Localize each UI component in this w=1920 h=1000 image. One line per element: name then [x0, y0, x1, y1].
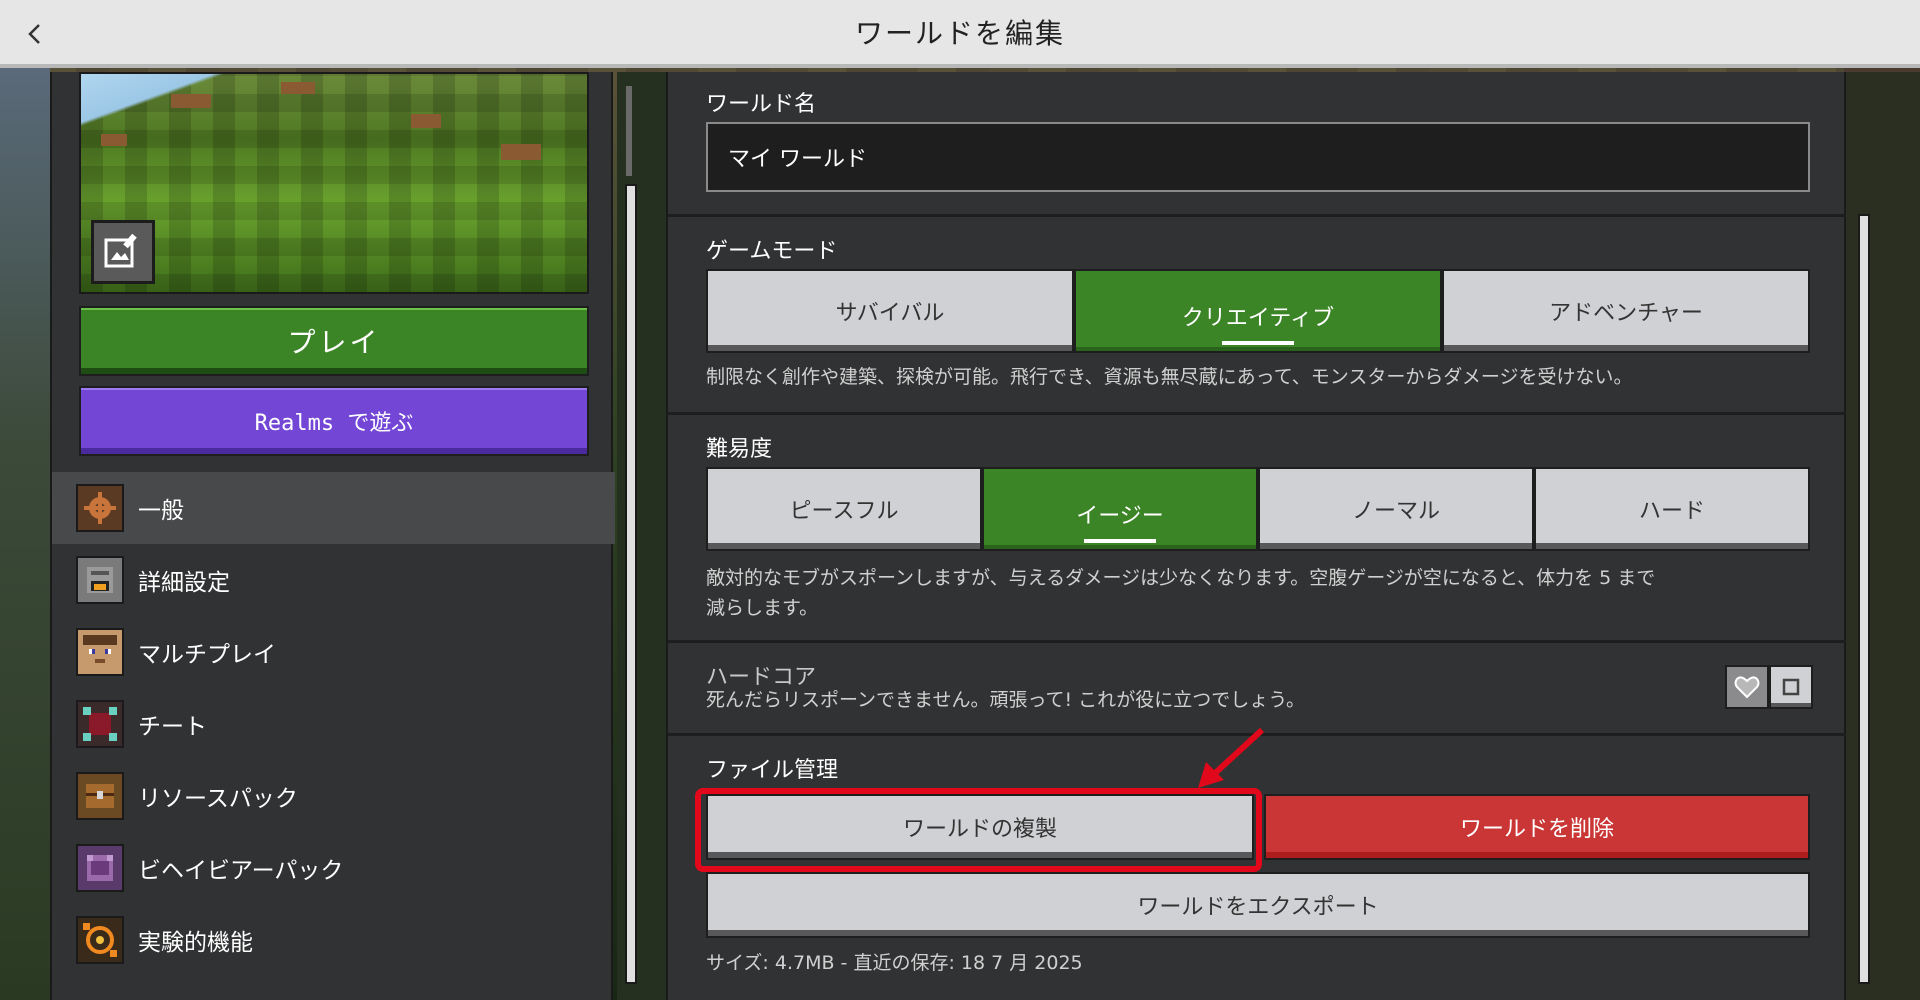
command-block-icon	[76, 700, 124, 748]
play-button-label: プレイ	[287, 326, 381, 359]
game-mode-adventure-label: アドベンチャー	[1549, 301, 1703, 326]
nav-item-behavior-packs[interactable]: ビヘイビアーパック	[52, 832, 615, 904]
file-management-section: ファイル管理 ワールドの複製 ワールドを削除 ワールドをエクスポート サイズ: …	[668, 736, 1848, 1000]
nav-item-label: チート	[138, 714, 207, 740]
steve-face-icon	[76, 628, 124, 676]
game-mode-adventure-button[interactable]: アドベンチャー	[1442, 269, 1810, 353]
difficulty-title: 難易度	[706, 437, 773, 462]
difficulty-description-line1: 敵対的なモブがスポーンしますが、与えるダメージは少なくなります。空腹ゲージが空に…	[706, 567, 1656, 589]
nav-item-label: ビヘイビアーパック	[138, 858, 344, 884]
world-name-section: ワールド名 マイ ワールド	[668, 72, 1848, 217]
difficulty-description-line2: 減らします。	[706, 597, 819, 619]
difficulty-peaceful-label: ピースフル	[789, 499, 899, 524]
delete-world-button[interactable]: ワールドを削除	[1264, 794, 1810, 860]
play-button[interactable]: プレイ	[79, 306, 589, 376]
difficulty-section: 難易度 ピースフル イージー ノーマル ハード 敵対的なモブがスポーンしますが、…	[668, 415, 1848, 643]
left-sidebar: プレイ Realms で遊ぶ 一般 詳細設定 マルチプレイ チート リソースパッ…	[50, 72, 615, 1000]
realms-button-label: Realms で遊ぶ	[254, 411, 414, 436]
nav-item-label: 一般	[138, 498, 184, 524]
hardcore-description: 死んだらリスポーンできません。頑張って! これが役に立つでしょう。	[706, 689, 1306, 711]
delete-world-label: ワールドを削除	[1459, 817, 1614, 842]
settings-nav: 一般 詳細設定 マルチプレイ チート リソースパック ビヘイビアーパック 実験的…	[52, 472, 615, 976]
game-mode-title: ゲームモード	[706, 239, 838, 264]
furnace-icon	[76, 556, 124, 604]
world-file-info: サイズ: 4.7MB - 直近の保存: 18 7 月 2025	[706, 952, 1083, 974]
world-thumbnail	[79, 72, 589, 294]
file-management-title: ファイル管理	[706, 758, 839, 783]
nav-item-label: リソースパック	[138, 786, 298, 812]
right-scrollbar[interactable]	[1858, 214, 1870, 984]
toggle-knob	[1769, 665, 1813, 709]
settings-panel: ワールド名 マイ ワールド ゲームモード サバイバル クリエイティブ アドベンチ…	[666, 72, 1848, 1000]
nav-item-label: 実験的機能	[138, 930, 253, 956]
difficulty-normal-button[interactable]: ノーマル	[1258, 467, 1534, 551]
background-scenery-left	[0, 68, 50, 1000]
nav-item-multiplayer[interactable]: マルチプレイ	[52, 616, 615, 688]
game-mode-section: ゲームモード サバイバル クリエイティブ アドベンチャー 制限なく創作や建築、探…	[668, 217, 1848, 415]
behavior-pack-icon	[76, 844, 124, 892]
title-bar: ワールドを編集	[0, 0, 1920, 68]
difficulty-peaceful-button[interactable]: ピースフル	[706, 467, 982, 551]
page-title: ワールドを編集	[854, 17, 1065, 50]
nav-item-general[interactable]: 一般	[52, 472, 615, 544]
difficulty-hard-button[interactable]: ハード	[1534, 467, 1810, 551]
background-pole	[626, 86, 632, 176]
chest-icon	[76, 772, 124, 820]
nav-item-advanced[interactable]: 詳細設定	[52, 544, 615, 616]
nav-item-label: 詳細設定	[138, 570, 230, 596]
edit-image-icon	[104, 233, 137, 268]
realms-button[interactable]: Realms で遊ぶ	[79, 386, 589, 456]
game-mode-survival-button[interactable]: サバイバル	[706, 269, 1074, 353]
copy-world-button[interactable]: ワールドの複製	[706, 794, 1254, 860]
hardcore-toggle[interactable]	[1725, 665, 1813, 709]
gear-block-icon	[76, 484, 124, 532]
left-scrollbar[interactable]	[625, 184, 637, 984]
difficulty-description: 敵対的なモブがスポーンしますが、与えるダメージは少なくなります。空腹ゲージが空に…	[706, 563, 1655, 623]
nav-item-resource-packs[interactable]: リソースパック	[52, 760, 615, 832]
nav-item-label: マルチプレイ	[138, 642, 276, 668]
export-world-label: ワールドをエクスポート	[1137, 895, 1379, 920]
game-mode-survival-label: サバイバル	[835, 301, 945, 326]
heart-icon	[1725, 665, 1769, 709]
hardcore-section: ハードコア 死んだらリスポーンできません。頑張って! これが役に立つでしょう。	[668, 643, 1848, 736]
world-name-title: ワールド名	[706, 92, 817, 117]
world-name-input[interactable]: マイ ワールド	[706, 122, 1810, 192]
game-mode-creative-button[interactable]: クリエイティブ	[1074, 269, 1442, 353]
nav-item-cheats[interactable]: チート	[52, 688, 615, 760]
back-button[interactable]	[14, 14, 54, 54]
copy-world-label: ワールドの複製	[902, 817, 1057, 842]
difficulty-easy-label: イージー	[1076, 504, 1164, 529]
chevron-left-icon	[28, 24, 40, 44]
nav-item-experiments[interactable]: 実験的機能	[52, 904, 615, 976]
export-world-button[interactable]: ワールドをエクスポート	[706, 872, 1810, 938]
game-mode-creative-label: クリエイティブ	[1181, 306, 1335, 331]
edit-thumbnail-button[interactable]	[91, 220, 155, 284]
experiment-icon	[76, 916, 124, 964]
game-mode-description: 制限なく創作や建築、探検が可能。飛行でき、資源も無尽蔵にあって、モンスターからダ…	[706, 366, 1633, 388]
difficulty-normal-label: ノーマル	[1351, 499, 1440, 524]
difficulty-easy-button[interactable]: イージー	[982, 467, 1258, 551]
difficulty-hard-label: ハード	[1638, 499, 1705, 524]
